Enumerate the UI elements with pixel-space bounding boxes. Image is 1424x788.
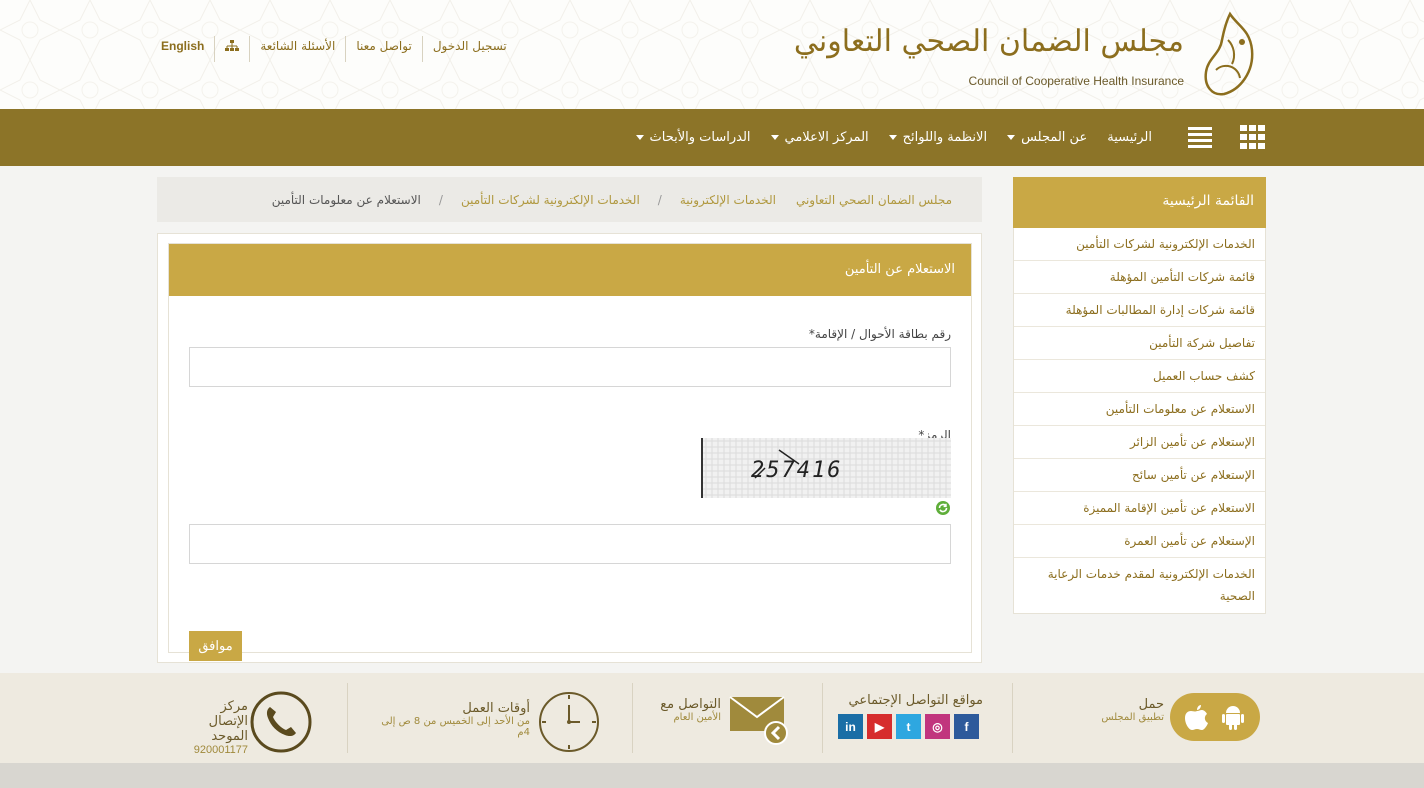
- sidebar-item-premium-residency-inquiry[interactable]: الاستعلام عن تأمين الإقامة المميزة: [1014, 492, 1265, 525]
- chevron-down-icon: [770, 135, 779, 140]
- sidebar-menu: القائمة الرئيسية الخدمات الإلكترونية لشر…: [1013, 177, 1266, 614]
- sidebar-item-insurer-details[interactable]: تفاصيل شركة التأمين: [1014, 327, 1265, 360]
- submit-button[interactable]: موافق: [189, 631, 242, 661]
- captcha-image: 257416: [701, 438, 951, 498]
- logo-arabic-text: مجلس الضمان الصحي التعاوني: [793, 24, 1184, 59]
- breadcrumb-item-eservices[interactable]: الخدمات الإلكترونية: [680, 193, 776, 207]
- breadcrumb-item-insurers[interactable]: الخدمات الإلكترونية لشركات التأمين: [461, 193, 640, 207]
- main-nav: الرئيسية عن المجلس الانظمة واللوائح المر…: [0, 109, 1424, 166]
- call-center-text: مركز الإتصال الموحد 920001177: [180, 699, 248, 756]
- list-icon[interactable]: [1188, 125, 1212, 149]
- contact-sg-title: التواصل مع: [660, 697, 721, 712]
- call-center-number[interactable]: 920001177: [180, 744, 248, 756]
- call-center-title-line2: الموحد: [211, 729, 248, 744]
- nav-item-home[interactable]: الرئيسية: [1097, 130, 1162, 145]
- logo-english-text: Council of Cooperative Health Insurance: [968, 74, 1184, 88]
- breadcrumb-separator: /: [438, 192, 443, 207]
- nav-item-media[interactable]: المركز الاعلامي: [761, 130, 879, 145]
- footer-divider: [347, 683, 348, 753]
- chevron-down-icon: [1007, 135, 1016, 140]
- nav-item-label: الدراسات والأبحاث: [649, 130, 751, 145]
- phone-icon: [250, 691, 312, 753]
- breadcrumb-current: الاستعلام عن معلومات التأمين: [271, 192, 421, 207]
- nav-item-about[interactable]: عن المجلس: [997, 130, 1097, 145]
- footer-contact-sg[interactable]: التواصل مع الأمين العام: [655, 683, 790, 753]
- app-subtitle: تطبيق المجلس: [1101, 712, 1164, 723]
- form-container: الاستعلام عن التأمين رقم بطاقة الأحوال /…: [168, 243, 972, 661]
- sidebar-item-tourist-inquiry[interactable]: الإستعلام عن تأمين سائح: [1014, 459, 1265, 492]
- bottom-bar: [0, 763, 1424, 788]
- android-icon[interactable]: [1221, 703, 1245, 731]
- breadcrumb-item-council[interactable]: مجلس الضمان الصحي التعاوني: [796, 193, 952, 207]
- id-number-input[interactable]: [189, 347, 951, 387]
- breadcrumb-separator: /: [657, 192, 662, 207]
- sidebar-item-insurance-inquiry[interactable]: الاستعلام عن معلومات التأمين: [1014, 393, 1265, 426]
- nav-item-label: الانظمة واللوائح: [902, 130, 988, 145]
- sitemap-icon: [225, 40, 240, 51]
- twitter-icon[interactable]: t: [896, 714, 921, 739]
- footer-social: مواقع التواصل الإجتماعي in ▶ t ◎ f: [838, 683, 983, 753]
- top-links: English الأسئلة الشائعة تواصل معنا تسجيل…: [161, 36, 517, 62]
- captcha-text: 257416: [751, 458, 843, 483]
- contact-sg-subtitle: الأمين العام: [673, 712, 721, 723]
- app-text: حمل تطبيق المجلس: [1100, 697, 1164, 723]
- grid-icon[interactable]: [1240, 125, 1266, 149]
- contact-sg-text: التواصل مع الأمين العام: [655, 697, 721, 723]
- form-title: الاستعلام عن التأمين: [169, 244, 971, 296]
- clock-icon: [539, 692, 599, 752]
- social-title: مواقع التواصل الإجتماعي: [848, 693, 983, 708]
- nav-item-label: عن المجلس: [1021, 130, 1088, 145]
- refresh-captcha-icon[interactable]: [935, 500, 951, 516]
- faq-link[interactable]: الأسئلة الشائعة: [249, 36, 345, 62]
- chevron-down-icon: [635, 135, 644, 140]
- form-panel: الاستعلام عن التأمين رقم بطاقة الأحوال /…: [157, 233, 982, 663]
- sidebar-item-qualified-tpas[interactable]: قائمة شركات إدارة المطالبات المؤهلة: [1014, 294, 1265, 327]
- nav-item-regulations[interactable]: الانظمة واللوائح: [879, 130, 997, 145]
- site-footer: حمل تطبيق المجلس مواقع التواصل الإجتماعي…: [0, 673, 1424, 763]
- captcha-input[interactable]: [189, 524, 951, 564]
- sidebar-item-umrah-inquiry[interactable]: الإستعلام عن تأمين العمرة: [1014, 525, 1265, 558]
- nav-item-studies[interactable]: الدراسات والأبحاث: [626, 130, 761, 145]
- nav-icons: [1188, 125, 1266, 149]
- footer-divider: [632, 683, 633, 753]
- chevron-down-icon: [888, 135, 897, 140]
- sitemap-link[interactable]: [214, 36, 249, 62]
- call-center-title-line1: مركز الإتصال: [208, 699, 248, 729]
- breadcrumb: مجلس الضمان الصحي التعاوني الخدمات الإلك…: [157, 177, 982, 222]
- hours-title: أوقات العمل: [462, 701, 530, 716]
- facebook-icon[interactable]: f: [954, 714, 979, 739]
- sidebar-item-customer-statement[interactable]: كشف حساب العميل: [1014, 360, 1265, 393]
- footer-call-center[interactable]: مركز الإتصال الموحد 920001177: [180, 683, 312, 756]
- hours-text: أوقات العمل من الأحد إلى الخميس من 8 ص إ…: [370, 701, 530, 738]
- youtube-icon[interactable]: ▶: [867, 714, 892, 739]
- contact-link[interactable]: تواصل معنا: [345, 36, 421, 62]
- site-logo[interactable]: مجلس الضمان الصحي التعاوني Council of Co…: [794, 10, 1266, 100]
- footer-app: حمل تطبيق المجلس: [1100, 683, 1260, 753]
- app-badge[interactable]: [1170, 693, 1260, 741]
- footer-hours: أوقات العمل من الأحد إلى الخميس من 8 ص إ…: [370, 683, 600, 753]
- site-header: مجلس الضمان الصحي التعاوني Council of Co…: [0, 0, 1424, 109]
- hours-subtitle: من الأحد إلى الخميس من 8 ص إلى 4م: [381, 716, 530, 738]
- language-link[interactable]: English: [161, 36, 214, 62]
- footer-divider: [822, 683, 823, 753]
- instagram-icon[interactable]: ◎: [925, 714, 950, 739]
- sidebar-item-qualified-insurers[interactable]: قائمة شركات التأمين المؤهلة: [1014, 261, 1265, 294]
- sidebar-item-insurer-eservices[interactable]: الخدمات الإلكترونية لشركات التأمين: [1014, 228, 1265, 261]
- apple-icon[interactable]: [1185, 703, 1209, 731]
- linkedin-icon[interactable]: in: [838, 714, 863, 739]
- nav-items: الرئيسية عن المجلس الانظمة واللوائح المر…: [626, 109, 1162, 166]
- sidebar-item-provider-eservices[interactable]: الخدمات الإلكترونية لمقدم خدمات الرعاية …: [1014, 558, 1265, 613]
- sidebar-item-visitor-inquiry[interactable]: الإستعلام عن تأمين الزائر: [1014, 426, 1265, 459]
- mail-icon: [729, 696, 788, 745]
- login-link[interactable]: تسجيل الدخول: [421, 36, 517, 62]
- nav-item-label: الرئيسية: [1107, 130, 1152, 145]
- sidebar-title: القائمة الرئيسية: [1013, 177, 1266, 228]
- footer-divider: [1012, 683, 1013, 753]
- id-number-label: رقم بطاقة الأحوال / الإقامة*: [808, 327, 951, 341]
- sidebar-list: الخدمات الإلكترونية لشركات التأمين قائمة…: [1013, 228, 1266, 614]
- nav-item-label: المركز الاعلامي: [784, 130, 869, 145]
- emblem-icon: [1204, 11, 1254, 96]
- app-title: حمل: [1138, 697, 1164, 712]
- social-icons: in ▶ t ◎ f: [838, 714, 983, 739]
